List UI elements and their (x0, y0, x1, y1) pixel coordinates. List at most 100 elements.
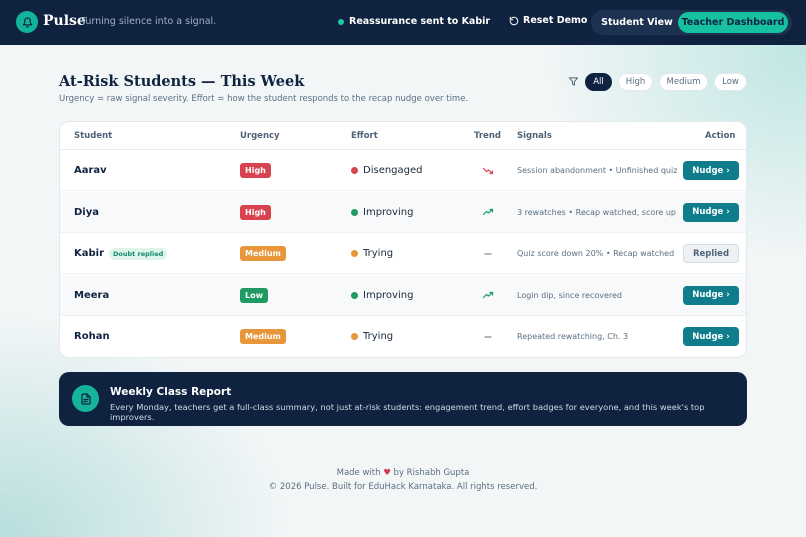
reset-demo-label: Reset Demo (523, 15, 588, 26)
trend-flat-icon (484, 252, 492, 255)
nudge-button[interactable]: Nudge › (683, 202, 739, 222)
page-subtitle: Urgency = raw signal severity. Effort = … (59, 94, 469, 104)
student-name-cell: Meera (74, 275, 109, 316)
urgency-cell: Low (240, 275, 268, 316)
column-header-action: Action (705, 131, 736, 141)
effort-label: Improving (363, 289, 414, 301)
column-header-signals: Signals (517, 131, 552, 141)
at-risk-table: Student Urgency Effort Trend Signals Act… (59, 121, 747, 358)
signals-text: 3 rewatches • Recap watched, score up (517, 207, 676, 217)
table-row: Kabir Doubt replied Medium Trying Quiz score… (60, 233, 746, 274)
footer-credit: Made with ♥ by Rishabh Gupta (0, 468, 806, 478)
urgency-cell: High (240, 192, 271, 233)
effort-dot-icon (351, 291, 358, 299)
trend-cell (478, 275, 498, 316)
filter-high-chip[interactable]: High (618, 73, 653, 91)
refresh-icon (509, 16, 519, 25)
table-row: Aarav High Disengaged Session abandonment •… (60, 150, 746, 191)
student-name-cell: Diya (74, 192, 99, 233)
trend-down-icon (482, 167, 494, 174)
effort-label: Disengaged (363, 165, 423, 176)
report-title: Weekly Class Report (110, 386, 232, 398)
heart-icon: ♥ (383, 468, 391, 478)
trend-cell (478, 150, 498, 191)
table-row: Meera Low Improving Login dip, since recove… (60, 274, 746, 316)
brand-name[interactable]: Pulse (43, 13, 86, 29)
effort-cell: Trying (351, 233, 393, 274)
signals-text: Quiz score down 20% • Recap watched (517, 249, 675, 258)
column-header-effort: Effort (351, 131, 378, 141)
report-description: Every Monday, teachers get a full-class … (110, 402, 705, 422)
filter-all-chip[interactable]: All (585, 73, 612, 91)
trend-flat-icon (484, 335, 492, 338)
student-name: Rohan (74, 331, 110, 342)
urgency-badge: High (240, 204, 271, 220)
student-name-cell: Aarav (74, 150, 107, 191)
signals-cell: 3 rewatches • Recap watched, score up (517, 192, 682, 233)
signals-cell: Repeated rewatching, Ch. 3 (517, 316, 682, 357)
signals-cell: Session abandonment • Unfinished quiz (517, 150, 682, 191)
student-name: Meera (74, 289, 110, 301)
table-row: Rohan Medium Trying Repeated rewatching, Ch… (60, 316, 746, 357)
urgency-badge: High (240, 163, 271, 178)
urgency-badge: Medium (240, 246, 286, 261)
status-text: Reassurance sent to Kabir (349, 16, 491, 27)
table-header: Student Urgency Effort Trend Signals Act… (60, 122, 746, 150)
effort-dot-icon (351, 250, 358, 257)
signals-cell: Login dip, since recovered (517, 275, 682, 316)
document-icon (72, 385, 99, 412)
student-name-cell: Kabir Doubt replied (74, 233, 168, 274)
doubt-replied-badge: Doubt replied (109, 247, 168, 260)
effort-label: Improving (363, 206, 414, 218)
weekly-report-banner: Weekly Class Report Every Monday, teache… (59, 372, 747, 426)
column-header-trend: Trend (474, 131, 501, 141)
effort-dot-icon (351, 208, 358, 216)
signals-text: Login dip, since recovered (517, 290, 623, 300)
trend-up-icon (482, 291, 494, 299)
signals-cell: Quiz score down 20% • Recap watched (517, 233, 682, 274)
effort-cell: Trying (351, 316, 393, 357)
student-view-button[interactable]: Student View (595, 12, 679, 33)
urgency-cell: High (240, 150, 271, 191)
trend-cell (478, 192, 498, 233)
page-title: At-Risk Students — This Week (59, 73, 305, 90)
filter-low-chip[interactable]: Low (714, 73, 747, 91)
status-dot-icon (338, 18, 344, 25)
nudge-button[interactable]: Nudge › (683, 161, 739, 180)
column-header-urgency: Urgency (240, 131, 280, 141)
signals-text: Repeated rewatching, Ch. 3 (517, 332, 629, 341)
effort-cell: Improving (351, 275, 413, 316)
effort-cell: Disengaged (351, 150, 423, 191)
view-toggle: Student View Teacher Dashboard (591, 10, 792, 35)
footer-made-prefix: Made with (336, 468, 381, 478)
student-name: Aarav (74, 165, 107, 176)
effort-cell: Improving (351, 192, 413, 233)
teacher-dashboard-button[interactable]: Teacher Dashboard (678, 12, 788, 33)
footer-made-suffix: by Rishabh Gupta (393, 468, 470, 478)
top-bar: Pulse Turning silence into a signal. Rea… (0, 0, 806, 45)
trend-cell (478, 233, 498, 274)
urgency-badge: Medium (240, 329, 286, 344)
effort-dot-icon (351, 167, 358, 174)
reset-demo-button[interactable]: Reset Demo (509, 15, 587, 26)
filter-medium-chip[interactable]: Medium (659, 73, 708, 91)
column-header-student: Student (74, 131, 113, 141)
effort-dot-icon (351, 333, 358, 340)
student-name-cell: Rohan (74, 316, 110, 357)
tagline: Turning silence into a signal. (81, 16, 217, 27)
effort-label: Trying (363, 248, 394, 259)
urgency-cell: Medium (240, 316, 286, 357)
effort-label: Trying (363, 331, 394, 342)
student-name: Diya (74, 206, 99, 218)
footer-copyright: © 2026 Pulse. Built for EduHack Karnatak… (268, 482, 538, 492)
status-message: Reassurance sent to Kabir (338, 16, 490, 27)
urgency-badge: Low (240, 287, 268, 303)
filter-icon (568, 77, 579, 86)
trend-cell (478, 316, 498, 357)
replied-button[interactable]: Replied (683, 244, 739, 263)
nudge-button[interactable]: Nudge › (683, 327, 739, 346)
table-row: Diya High Improving 3 rewatches • Recap wat… (60, 191, 746, 233)
nudge-button[interactable]: Nudge › (683, 285, 739, 305)
signals-text: Session abandonment • Unfinished quiz (517, 166, 678, 175)
urgency-cell: Medium (240, 233, 286, 274)
